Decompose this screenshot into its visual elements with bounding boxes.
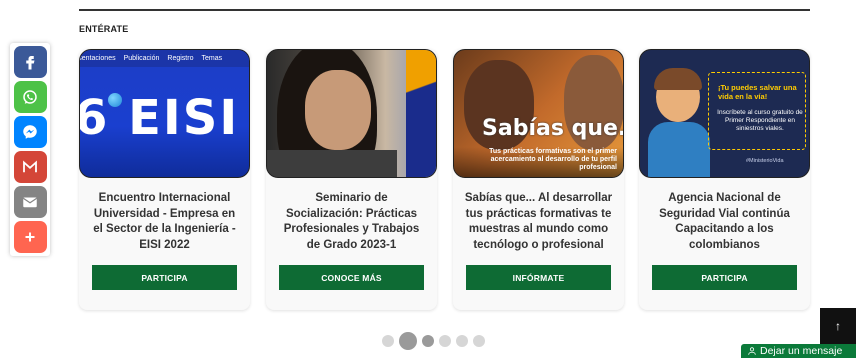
messenger-icon bbox=[23, 125, 37, 139]
illustration-boy bbox=[648, 68, 710, 177]
news-card-seguridad-vial: ¡Tu puedes salvar una vida en la vía! In… bbox=[639, 49, 810, 310]
carousel-pager bbox=[382, 332, 485, 350]
pager-dot[interactable] bbox=[382, 335, 394, 347]
news-card-eisi: resentaciones Publicación Registro Temas… bbox=[79, 49, 250, 310]
leave-message-button[interactable]: Dejar un mensaje bbox=[741, 344, 856, 358]
informate-button[interactable]: INFÓRMATE bbox=[466, 265, 611, 290]
card-image-seminario[interactable] bbox=[266, 49, 437, 178]
section-title: ENTÉRATE bbox=[79, 24, 129, 34]
card-image-sabias-que[interactable]: Sabías que... Tus prácticas formativas s… bbox=[453, 49, 624, 178]
conoce-mas-button[interactable]: CONOCE MÁS bbox=[279, 265, 424, 290]
plus-icon bbox=[25, 232, 35, 242]
image-headline: ¡Tu puedes salvar una vida en la vía! bbox=[718, 83, 797, 101]
image-menu-item: Registro bbox=[167, 55, 194, 62]
share-facebook-button[interactable] bbox=[13, 46, 47, 78]
pager-dot[interactable] bbox=[422, 335, 434, 347]
card-title[interactable]: Sabías que... Al desarrollar tus práctic… bbox=[463, 191, 614, 253]
photo-stripe bbox=[406, 50, 436, 177]
pager-dot[interactable] bbox=[439, 335, 451, 347]
share-gmail-button[interactable] bbox=[13, 151, 47, 183]
share-whatsapp-button[interactable] bbox=[13, 81, 47, 113]
social-share-bar bbox=[10, 43, 50, 256]
card-title[interactable]: Encuentro Internacional Universidad - Em… bbox=[89, 191, 240, 253]
image-subtext: Tus prácticas formativas son el primer a… bbox=[489, 148, 617, 171]
image-body: Inscríbete al curso gratuito de Primer R… bbox=[717, 109, 803, 132]
pager-dot[interactable] bbox=[456, 335, 468, 347]
card-title[interactable]: Agencia Nacional de Seguridad Vial conti… bbox=[649, 191, 800, 253]
image-headline: 6 EISI bbox=[79, 90, 240, 146]
image-menu-strip: resentaciones Publicación Registro Temas bbox=[80, 50, 249, 67]
globe-icon bbox=[108, 93, 122, 107]
scroll-to-top-button[interactable]: ↑ bbox=[820, 308, 856, 344]
news-card-seminario: Seminario de Socialización: Prácticas Pr… bbox=[266, 49, 437, 310]
news-card-sabias-que: Sabías que... Tus prácticas formativas s… bbox=[453, 49, 624, 310]
card-image-seguridad-vial[interactable]: ¡Tu puedes salvar una vida en la vía! In… bbox=[639, 49, 810, 178]
share-email-button[interactable] bbox=[13, 186, 47, 218]
pager-dot-active[interactable] bbox=[399, 332, 417, 350]
facebook-icon bbox=[26, 56, 35, 70]
whatsapp-icon bbox=[23, 90, 37, 104]
image-menu-item: Temas bbox=[201, 55, 223, 62]
user-icon bbox=[748, 347, 756, 355]
share-messenger-button[interactable] bbox=[13, 116, 47, 148]
email-icon bbox=[22, 197, 38, 208]
photo-shirt bbox=[267, 150, 397, 177]
section-divider bbox=[79, 9, 810, 11]
card-title[interactable]: Seminario de Socialización: Prácticas Pr… bbox=[276, 191, 427, 253]
image-menu-item: resentaciones bbox=[80, 55, 116, 62]
participa-button[interactable]: PARTICIPA bbox=[92, 265, 237, 290]
share-more-button[interactable] bbox=[13, 221, 47, 253]
image-menu-item: Publicación bbox=[123, 55, 160, 62]
card-image-eisi[interactable]: resentaciones Publicación Registro Temas… bbox=[79, 49, 250, 178]
leave-message-label: Dejar un mensaje bbox=[760, 345, 843, 357]
photo-face bbox=[305, 70, 371, 150]
pager-dot[interactable] bbox=[473, 335, 485, 347]
gmail-icon bbox=[23, 160, 37, 173]
image-headline: Sabías que... bbox=[482, 116, 623, 141]
image-tag: #MinisterioVida bbox=[746, 158, 784, 164]
participa-button[interactable]: PARTICIPA bbox=[652, 265, 797, 290]
